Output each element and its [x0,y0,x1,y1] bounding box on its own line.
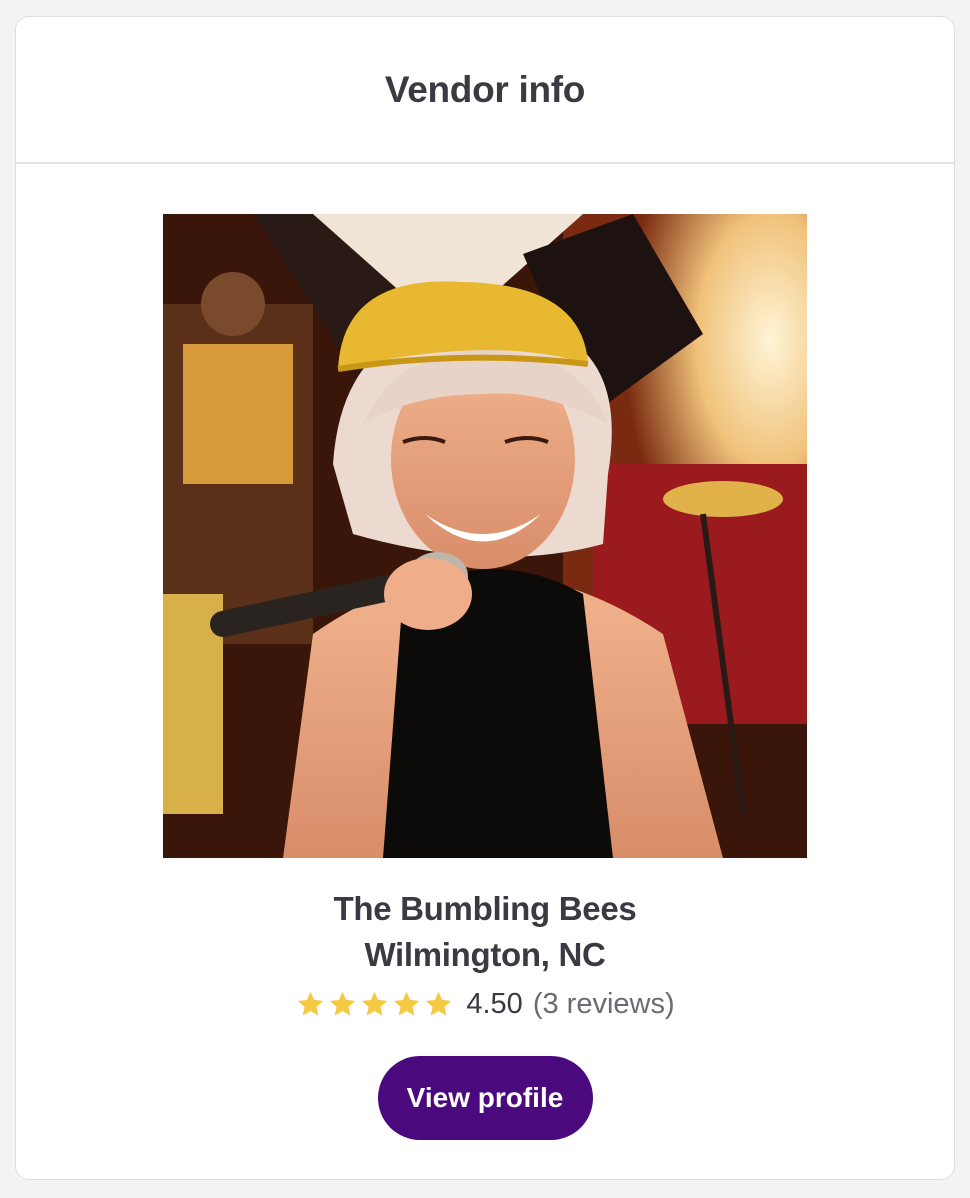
card-title: Vendor info [384,68,586,110]
star-icon [394,991,420,1016]
view-profile-button[interactable]: View profile [377,1056,593,1140]
vendor-info-card: Vendor info The Bumbling Bees Wilmington… [15,16,955,1180]
rating-value: 4.50 [466,987,523,1020]
star-icon [298,991,324,1016]
vendor-name: The Bumbling Bees [333,890,637,927]
star-icon [362,991,388,1016]
star-icon [426,991,452,1016]
card-body: The Bumbling Bees Wilmington, NC 4.50 (3… [16,164,954,1140]
vendor-photo-illustration [163,214,807,858]
vendor-location: Wilmington, NC [364,936,606,973]
star-rating [295,989,454,1020]
card-header: Vendor info [16,17,954,164]
vendor-photo [163,214,807,858]
star-icon [330,991,356,1016]
rating-row: 4.50 (3 reviews) [295,984,675,1024]
review-count: (3 reviews) [532,987,675,1020]
